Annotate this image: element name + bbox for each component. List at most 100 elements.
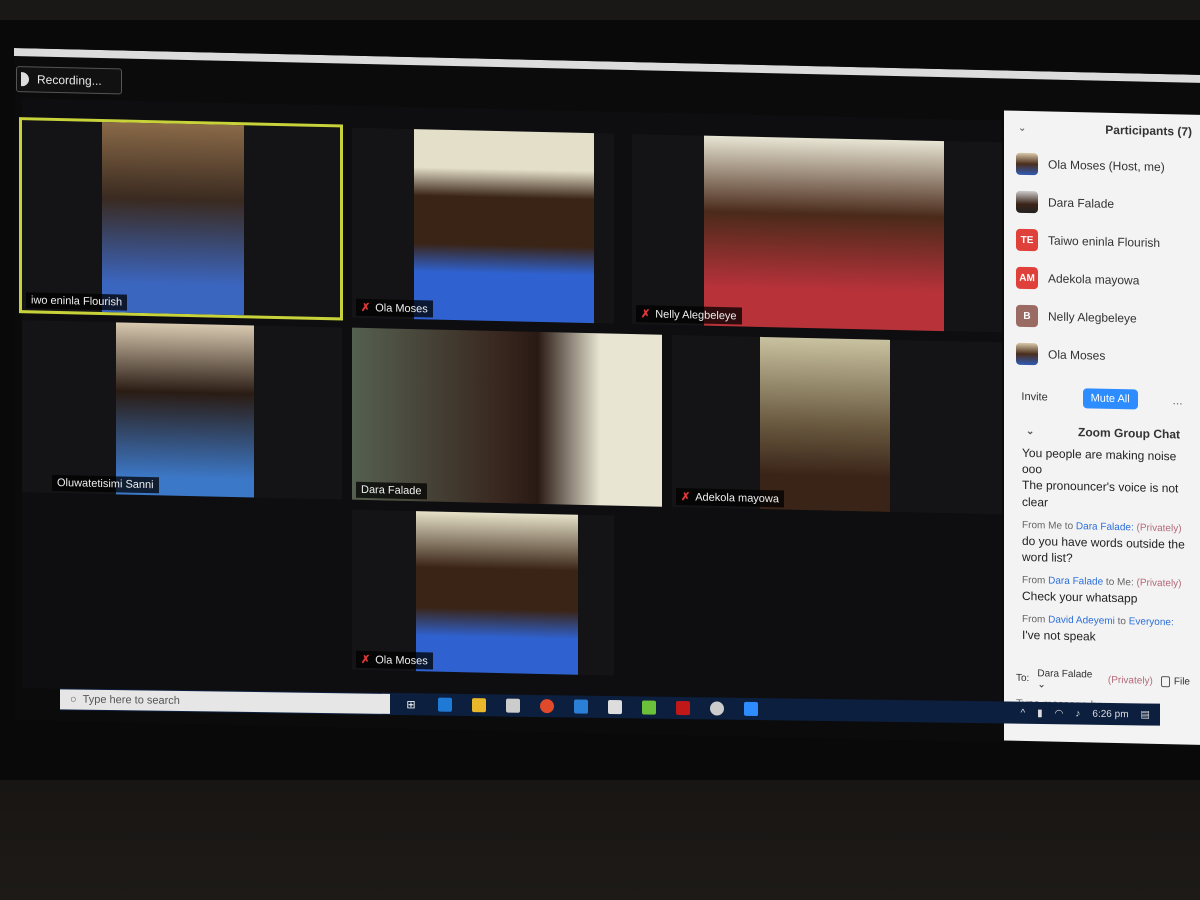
- participant-item[interactable]: Ola Moses: [1004, 334, 1200, 376]
- chat-title: Zoom Group Chat: [1078, 425, 1180, 442]
- private-tag: (Privately): [1136, 522, 1182, 535]
- recipient-dropdown[interactable]: Dara Falade ⌄: [1037, 668, 1100, 691]
- message-text: do you have words outside the word list?: [1022, 533, 1185, 565]
- muted-mic-icon: ✗: [361, 301, 371, 315]
- participant-label: Nelly Alegbeleye: [1048, 309, 1137, 326]
- file-button[interactable]: File: [1160, 676, 1190, 688]
- participant-video: [760, 336, 890, 512]
- participant-video: [704, 135, 944, 332]
- chevron-up-icon[interactable]: ^: [1020, 707, 1025, 718]
- sender[interactable]: David Adeyemi: [1048, 615, 1115, 628]
- taskbar-search[interactable]: ○ Type here to search: [60, 689, 390, 714]
- app-icon[interactable]: [642, 700, 656, 715]
- file-explorer-icon[interactable]: [472, 698, 486, 713]
- participants-header: ⌄ Participants (7): [1004, 110, 1200, 148]
- app-icon[interactable]: [710, 701, 724, 716]
- avatar: [1016, 152, 1038, 176]
- message-text: I've not speak: [1022, 628, 1096, 644]
- zoom-app-icon[interactable]: [744, 701, 758, 717]
- video-gallery: iwo eninla Flourish ✗ Ola Moses ✗ Nelly Al…: [19, 98, 1002, 711]
- participant-name: Dara Falade: [361, 483, 422, 498]
- avatar: TE: [1016, 228, 1038, 252]
- avatar: B: [1016, 304, 1038, 328]
- to-label: To:: [1016, 672, 1030, 685]
- recording-label: Recording...: [37, 72, 102, 88]
- vscode-icon[interactable]: [574, 699, 588, 714]
- netflix-icon[interactable]: [676, 700, 690, 716]
- private-tag: (Privately): [1107, 674, 1153, 687]
- sender[interactable]: Dara Falade: [1048, 576, 1103, 588]
- collapse-chevron-icon[interactable]: ⌄: [1026, 425, 1034, 436]
- chrome-icon[interactable]: [540, 699, 554, 714]
- chevron-down-icon: ⌄: [1037, 678, 1046, 690]
- participant-label: Ola Moses (Host, me): [1048, 157, 1165, 175]
- nameplate: Dara Falade: [356, 481, 427, 500]
- participant-item[interactable]: TE Taiwo eninla Flourish: [1004, 220, 1200, 262]
- participant-item[interactable]: Dara Falade: [1004, 182, 1200, 224]
- more-options-icon[interactable]: ...: [1173, 393, 1183, 407]
- muted-mic-icon: ✗: [681, 491, 691, 504]
- recording-icon: [21, 72, 29, 87]
- notification-icon[interactable]: ▤: [1141, 709, 1150, 720]
- chat-message: You people are making noise ooo The pron…: [1022, 445, 1190, 514]
- video-tile[interactable]: ✗ Nelly Alegbeleye: [632, 134, 1002, 333]
- video-tile[interactable]: ✗ Ola Moses: [352, 127, 614, 324]
- nameplate: iwo eninla Flourish: [26, 292, 128, 311]
- participant-video: [116, 322, 254, 498]
- message-text: You people are making noise ooo The pron…: [1022, 445, 1179, 510]
- nameplate: ✗ Ola Moses: [356, 650, 433, 670]
- participant-item[interactable]: B Nelly Alegbeleye: [1004, 296, 1200, 338]
- chat-messages: You people are making noise ooo The pron…: [1004, 444, 1200, 647]
- participant-item[interactable]: Ola Moses (Host, me): [1004, 144, 1200, 186]
- system-tray: ^ ▮ ◠ ♪ 6:26 pm ▤: [1020, 707, 1160, 720]
- network-icon[interactable]: ◠: [1055, 708, 1064, 719]
- store-icon[interactable]: [506, 698, 520, 713]
- nameplate: ✗ Ola Moses: [356, 298, 433, 318]
- participant-video: [352, 327, 662, 507]
- file-icon: [1160, 676, 1170, 688]
- participant-video: [102, 121, 244, 316]
- chat-message: From Me to Dara Falade: (Privately) do y…: [1022, 520, 1190, 569]
- participant-label: Ola Moses: [1048, 347, 1106, 363]
- taskbar-apps: ⊞: [390, 697, 758, 717]
- video-tile[interactable]: ✗ Adekola mayowa: [672, 334, 1002, 515]
- clock[interactable]: 6:26 pm: [1092, 708, 1128, 720]
- participant-name: Adekola mayowa: [695, 490, 779, 505]
- chat-recipient-row: To: Dara Falade ⌄ (Privately) File: [1004, 653, 1200, 693]
- participant-item[interactable]: AM Adekola mayowa: [1004, 258, 1200, 300]
- participant-video: [416, 511, 578, 675]
- task-view-icon[interactable]: ⊞: [404, 697, 418, 711]
- monitor-screen: Recording... iwo eninla Flourish ✗ Ola Mo…: [14, 48, 1200, 747]
- chat-header: ⌄ Zoom Group Chat: [1004, 416, 1200, 448]
- recipient[interactable]: Dara Falade:: [1076, 521, 1134, 533]
- recording-indicator[interactable]: Recording...: [16, 66, 122, 95]
- video-tile[interactable]: iwo eninla Flourish: [19, 117, 343, 321]
- edge-icon[interactable]: [438, 697, 452, 712]
- side-panel: ⌄ Participants (7) Ola Moses (Host, me) …: [1004, 110, 1200, 745]
- volume-icon[interactable]: ♪: [1075, 708, 1080, 719]
- muted-mic-icon: ✗: [361, 653, 371, 667]
- mail-icon[interactable]: [608, 699, 622, 715]
- participants-title: Participants (7): [1105, 122, 1192, 139]
- message-text: Check your whatsapp: [1022, 588, 1138, 606]
- sender: Me: [1048, 520, 1063, 532]
- recipient[interactable]: Everyone:: [1129, 617, 1174, 629]
- mute-all-button[interactable]: Mute All: [1082, 388, 1138, 410]
- file-label: File: [1173, 676, 1190, 688]
- participant-label: Adekola mayowa: [1048, 271, 1140, 288]
- invite-button[interactable]: Invite: [1021, 391, 1047, 404]
- recipient: Me:: [1117, 577, 1134, 589]
- private-tag: (Privately): [1136, 577, 1182, 590]
- battery-icon[interactable]: ▮: [1037, 707, 1043, 718]
- participant-video: [414, 129, 594, 324]
- avatar: AM: [1016, 266, 1038, 290]
- participant-label: Taiwo eninla Flourish: [1048, 233, 1161, 251]
- collapse-chevron-icon[interactable]: ⌄: [1018, 122, 1026, 133]
- video-tile[interactable]: Dara Falade: [352, 327, 662, 507]
- nameplate: Oluwatetisimi Sanni: [52, 474, 159, 494]
- video-tile[interactable]: Oluwatetisimi Sanni: [22, 320, 342, 500]
- avatar: [1016, 342, 1038, 366]
- participant-name: Nelly Alegbeleye: [655, 308, 737, 322]
- participant-label: Dara Falade: [1048, 195, 1115, 211]
- video-tile[interactable]: ✗ Ola Moses: [352, 509, 614, 676]
